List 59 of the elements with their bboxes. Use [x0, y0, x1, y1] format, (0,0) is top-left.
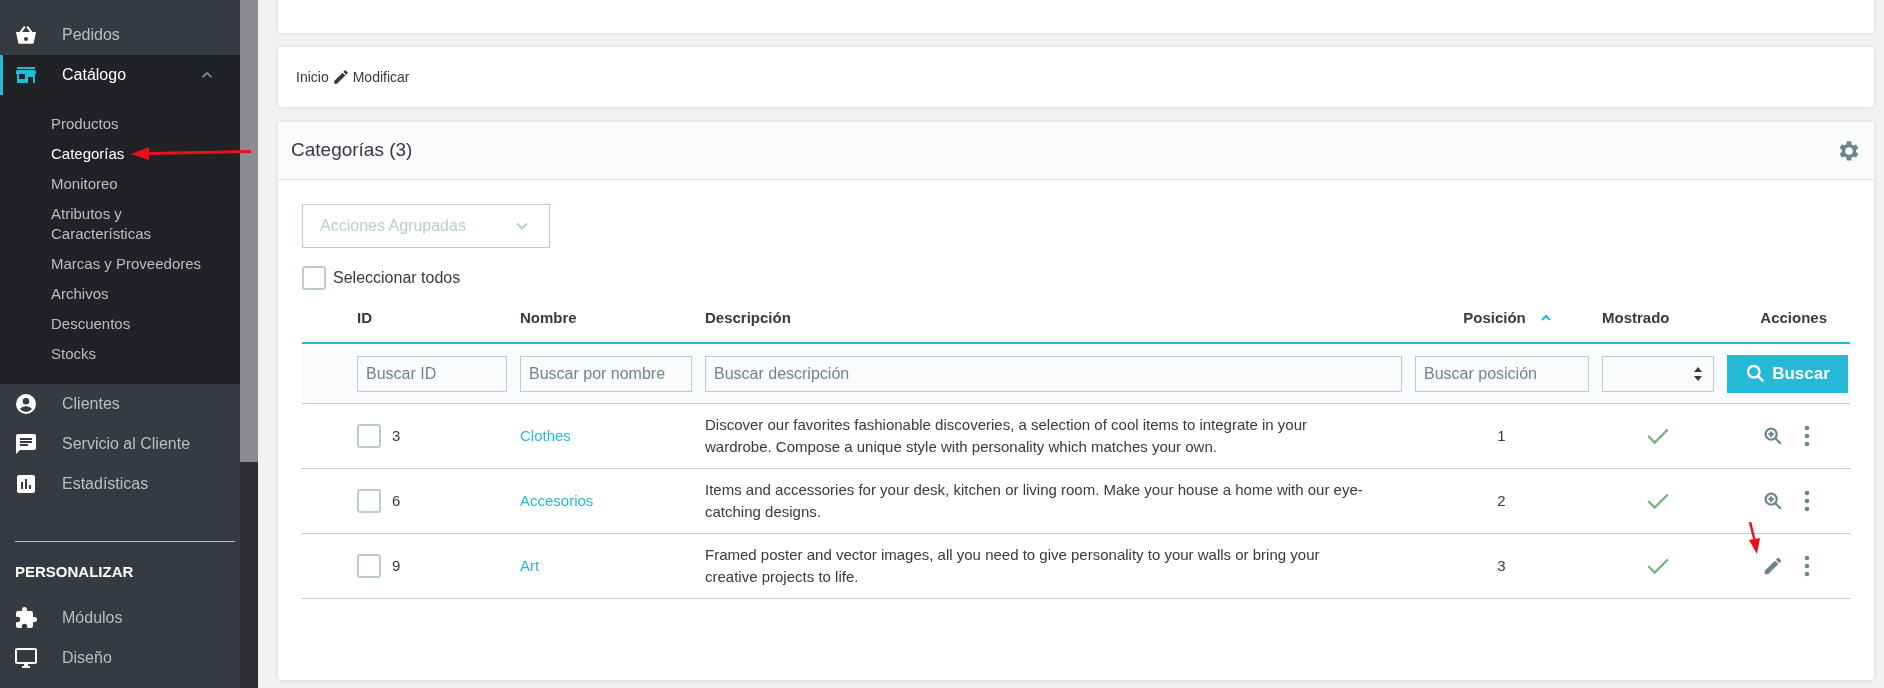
- submenu-item[interactable]: Archivos: [51, 284, 220, 304]
- pencil-icon: [331, 68, 350, 86]
- position-cell-text: 2: [1496, 490, 1507, 511]
- zoom-in-icon[interactable]: [1762, 490, 1784, 512]
- column-header[interactable]: Acciones: [1760, 306, 1827, 330]
- annotation-arrow: [1747, 522, 1761, 554]
- kebab-menu-icon[interactable]: [1804, 555, 1810, 577]
- sidebar-item[interactable]: Estadísticas: [0, 464, 240, 504]
- id-cell-text: 9: [392, 555, 401, 576]
- submenu-item[interactable]: Productos: [51, 114, 220, 134]
- filter-field[interactable]: Buscar descripción: [705, 355, 1402, 392]
- column-header[interactable]: ID: [357, 306, 372, 330]
- sidebar-item[interactable]: Diseño: [0, 638, 240, 678]
- scrollbar[interactable]: [240, 0, 258, 688]
- puzzle-icon: [14, 606, 38, 630]
- id-cell-text: 6: [392, 490, 401, 511]
- column-header[interactable]: Nombre: [520, 306, 577, 330]
- column-header[interactable]: Mostrado: [1602, 306, 1670, 330]
- id-cell-text: 3: [392, 425, 401, 446]
- row-checkbox[interactable]: [357, 424, 381, 448]
- row-checkbox[interactable]: [357, 489, 381, 513]
- filter-field[interactable]: Buscar posición: [1415, 355, 1589, 392]
- sidebar-item[interactable]: Clientes: [0, 384, 240, 424]
- chat-icon: [14, 432, 38, 456]
- submenu-item[interactable]: Atributos y Características: [51, 204, 220, 244]
- kebab-menu-icon[interactable]: [1804, 425, 1810, 447]
- monitor-icon: [14, 646, 38, 670]
- zoom-in-icon[interactable]: [1762, 425, 1784, 447]
- sidebar-item[interactable]: Módulos: [0, 598, 240, 638]
- filter-field[interactable]: Buscar por nombre: [520, 355, 692, 392]
- submenu-item[interactable]: Descuentos: [51, 314, 220, 334]
- chart-icon: [14, 472, 38, 496]
- basket-icon: [14, 23, 38, 47]
- filter-field[interactable]: Buscar ID: [357, 355, 507, 392]
- pencil-icon[interactable]: [1762, 555, 1784, 577]
- checkbox[interactable]: [302, 266, 326, 290]
- description-cell-text: Items and accessories for your desk, kitchen or living room. Make your house a home with our eye-catching designs.: [705, 480, 1364, 522]
- breadcrumb-current: Modificar: [352, 67, 410, 87]
- panel-title: Categorías (3): [291, 138, 413, 163]
- select-all-label[interactable]: Seleccionar todos: [333, 266, 461, 290]
- description-cell-text: Discover our favorites fashionable discoveries, a selection of cool items to integrate in your wardrobe. Compose a unique style with personality which matches your own.: [705, 415, 1308, 457]
- submenu-item[interactable]: Monitoreo: [51, 174, 220, 194]
- sort-arrows-icon: [1693, 365, 1703, 382]
- description-cell-text: Framed poster and vector images, all you need to give personality to your walls or bring your creative projects to life.: [705, 545, 1321, 587]
- position-cell-text: 3: [1496, 555, 1507, 576]
- position-cell-text: 1: [1496, 425, 1507, 446]
- sidebar-item[interactable]: Pedidos: [0, 15, 240, 55]
- kebab-menu-icon[interactable]: [1804, 490, 1810, 512]
- column-header[interactable]: Posición: [1463, 306, 1526, 330]
- submenu-item[interactable]: Categorías: [51, 144, 220, 164]
- submenu-item[interactable]: Marcas y Proveedores: [51, 254, 220, 274]
- section-heading: PERSONALIZAR: [15, 562, 135, 582]
- sidebar-item[interactable]: Servicio al Cliente: [0, 424, 240, 464]
- person-icon: [14, 392, 38, 416]
- breadcrumb-link[interactable]: Inicio: [296, 66, 329, 88]
- column-header[interactable]: Descripción: [705, 306, 791, 330]
- row-checkbox[interactable]: [357, 554, 381, 578]
- search-icon: [1745, 363, 1767, 384]
- submenu-item[interactable]: Stocks: [51, 344, 220, 364]
